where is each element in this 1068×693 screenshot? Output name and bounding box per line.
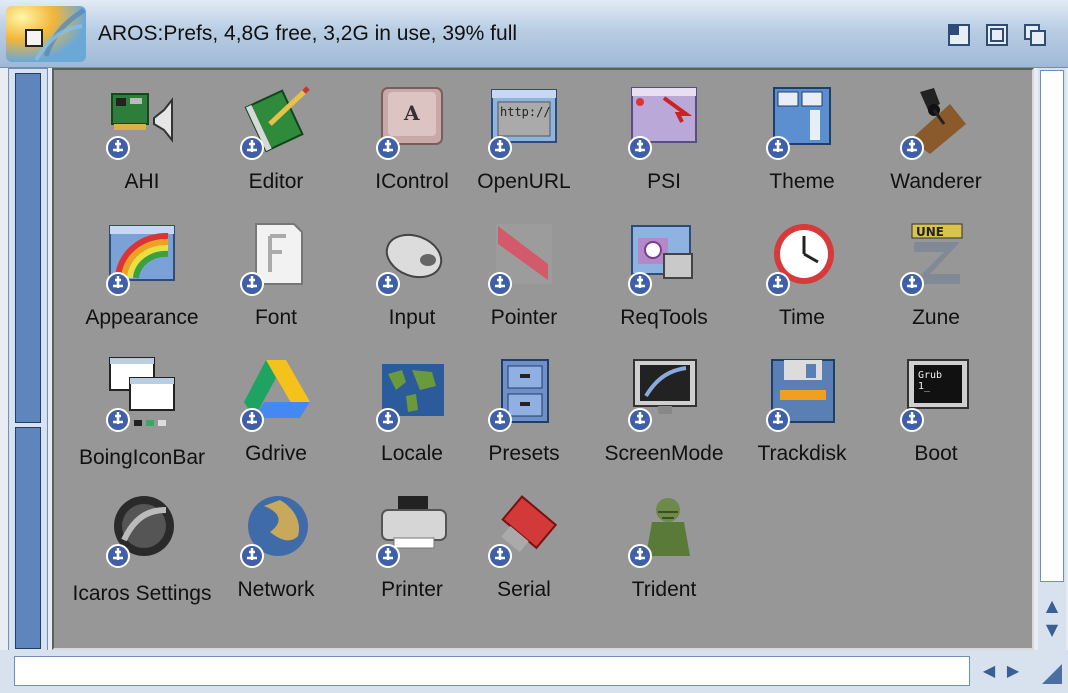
left-vertical-scroller[interactable] [8, 68, 48, 658]
icon-label: PSI [647, 170, 681, 193]
scroll-up-arrow-icon[interactable]: ▲ [1041, 596, 1063, 616]
icon-boot[interactable]: Grub 1_ Boot [866, 356, 1006, 482]
globe-icon [240, 496, 308, 568]
icon-gdrive[interactable]: Gdrive [206, 356, 346, 482]
svg-text:A: A [403, 101, 420, 125]
icon-editor[interactable]: Editor [206, 84, 346, 210]
icon-label: Presets [488, 442, 560, 465]
rainbow-window-icon [106, 225, 175, 296]
scroll-down-arrow-icon[interactable]: ▼ [1041, 620, 1063, 640]
icon-ahi[interactable]: AHI [72, 84, 212, 210]
window-title: AROS:Prefs, 4,8G free, 3,2G in use, 39% … [98, 22, 518, 45]
world-map-icon [376, 364, 444, 432]
pointer-arrow-icon [488, 224, 552, 296]
file-cabinet-icon [488, 359, 549, 432]
icon-label: Trident [631, 578, 697, 601]
google-drive-icon [240, 360, 310, 432]
icon-label: Serial [497, 578, 551, 601]
icon-time[interactable]: Time [732, 220, 872, 346]
clock-icon [766, 224, 834, 296]
icon-icaros-settings[interactable]: Icaros Settings [72, 492, 212, 618]
window-titlebar[interactable]: AROS:Prefs, 4,8G free, 3,2G in use, 39% … [0, 0, 1068, 68]
horizontal-scroll-track[interactable] [14, 656, 970, 686]
icon-zune[interactable]: UNE Zune [866, 220, 1006, 346]
sound-card-icon [106, 93, 173, 160]
icon-psi[interactable]: PSI [594, 84, 734, 210]
icon-presets[interactable]: Presets [454, 356, 594, 482]
bottom-scroll-bar[interactable]: ◀ ▶ [0, 650, 1068, 693]
icon-openurl[interactable]: http:// OpenURL [454, 84, 594, 210]
icon-reqtools[interactable]: ReqTools [594, 220, 734, 346]
font-page-icon [240, 223, 303, 296]
iconify-gadget-icon[interactable] [986, 24, 1008, 46]
requester-window-icon [628, 225, 693, 296]
icon-pointer[interactable]: Pointer [454, 220, 594, 346]
icon-theme[interactable]: Theme [732, 84, 872, 210]
close-gadget-icon[interactable] [6, 6, 86, 62]
zune-logo-icon: UNE [900, 223, 963, 296]
printer-icon [376, 496, 447, 568]
theme-window-icon [766, 87, 831, 160]
scroll-left-arrow-icon[interactable]: ◀ [978, 661, 1000, 681]
icon-trident[interactable]: Trident [594, 492, 734, 618]
icon-serial[interactable]: Serial [454, 492, 594, 618]
right-vertical-scroller[interactable]: ▲ ▼ [1038, 68, 1066, 650]
icon-label: Zune [912, 306, 960, 329]
stacked-windows-icon [106, 357, 175, 432]
icon-network[interactable]: Network [206, 492, 346, 618]
svg-text:UNE: UNE [916, 225, 944, 239]
icon-label: ScreenMode [604, 442, 724, 465]
svg-text:http://: http:// [500, 105, 551, 119]
terminal-monitor-icon: Grub 1_ [900, 359, 969, 432]
zoom-gadget-icon[interactable] [948, 24, 970, 46]
icaros-eye-icon [106, 496, 174, 568]
poseidon-statue-icon [628, 498, 690, 568]
floppy-disk-icon [766, 359, 835, 432]
screen-pointer-icon [628, 87, 697, 160]
icon-label: Pointer [490, 306, 558, 329]
key-a-icon: A [376, 87, 443, 160]
vertical-scroll-track[interactable] [1040, 70, 1064, 582]
drawer-icon-area[interactable]: AHI Editor A IControl http:// OpenURL PS… [52, 68, 1034, 650]
icon-wanderer[interactable]: Wanderer [866, 84, 1006, 210]
mouse-icon [376, 233, 443, 296]
browser-window-icon: http:// [488, 89, 557, 160]
monitor-icon [628, 359, 697, 432]
icon-label: ReqTools [620, 306, 708, 329]
icon-label: Boot [914, 442, 958, 465]
icon-label: Wanderer [890, 170, 982, 193]
left-scroller-knob-top[interactable] [15, 73, 41, 423]
left-scroller-knob-bottom[interactable] [15, 427, 41, 649]
icon-screenmode[interactable]: ScreenMode [594, 356, 734, 482]
desk-lamp-icon [900, 88, 966, 160]
depth-gadget-icon[interactable] [1024, 24, 1046, 46]
icon-boingiconbar[interactable]: BoingIconBar [72, 356, 212, 482]
resize-gadget-icon[interactable] [1040, 662, 1064, 686]
icon-font[interactable]: Font [206, 220, 346, 346]
icon-trackdisk[interactable]: Trackdisk [732, 356, 872, 482]
icon-label: OpenURL [477, 170, 571, 193]
notebook-pen-icon [240, 86, 310, 160]
serial-plug-icon [488, 495, 558, 568]
scroll-right-arrow-icon[interactable]: ▶ [1002, 661, 1024, 681]
icon-appearance[interactable]: Appearance [72, 220, 212, 346]
